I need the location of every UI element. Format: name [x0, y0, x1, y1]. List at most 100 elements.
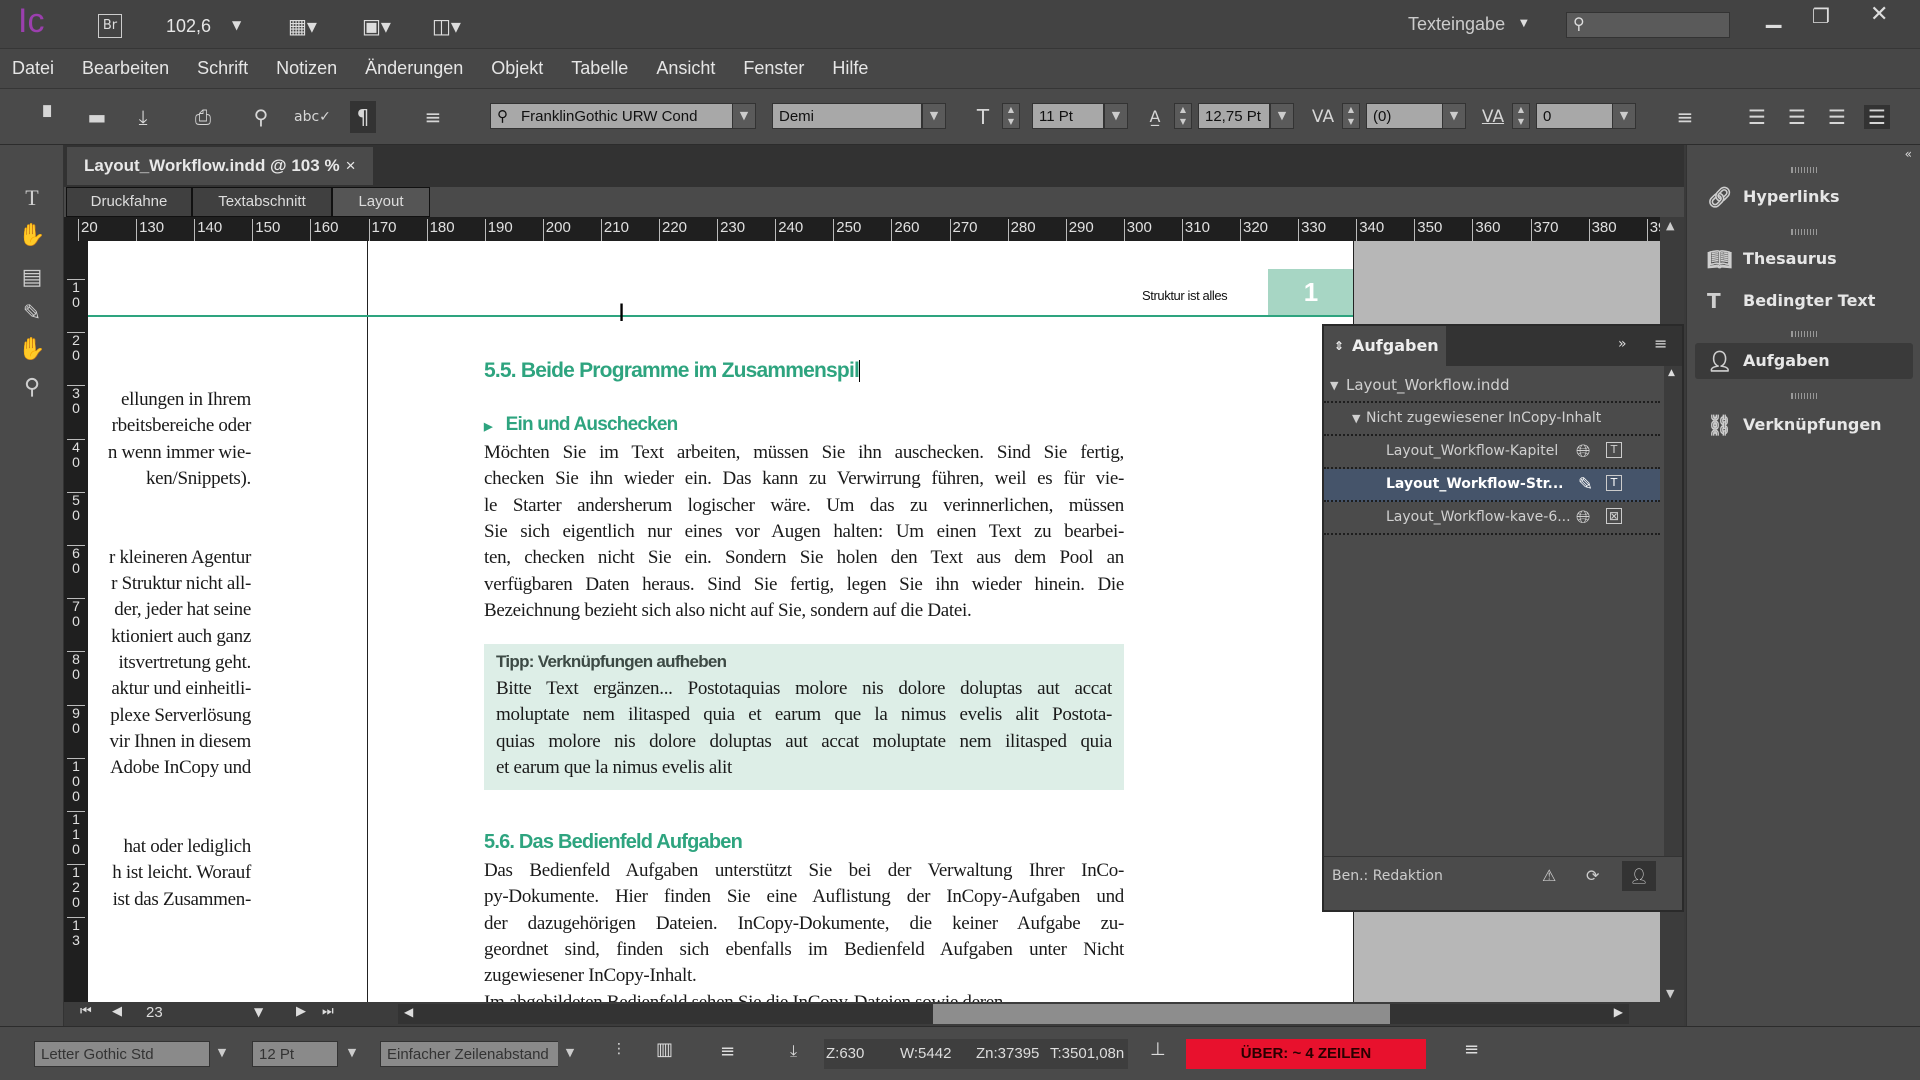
story-size-dropdown[interactable]: ▼ — [340, 1041, 364, 1067]
note-tool-icon[interactable]: ▤ — [16, 263, 48, 293]
tab-layout[interactable]: Layout — [332, 187, 430, 217]
spellcheck-icon[interactable]: abc✓ — [294, 105, 331, 129]
align-right-icon[interactable]: ☰ — [1824, 105, 1850, 129]
document-page[interactable]: Struktur ist alles 1 ellungen in Ihrem rb… — [88, 241, 1354, 1002]
pilcrow-icon[interactable]: ¶ — [350, 101, 376, 133]
scroll-thumb[interactable] — [933, 1004, 1390, 1024]
leading-dropdown[interactable]: ▼ — [1270, 103, 1294, 129]
scroll-up-icon[interactable]: ▲ — [1668, 368, 1675, 378]
line-spacing-field[interactable]: Einfacher Zeilenabstand — [380, 1041, 560, 1067]
tracking-stepper[interactable]: ▲ ▼ — [1512, 103, 1530, 129]
leading-field[interactable]: 12,75 Pt — [1198, 103, 1270, 129]
grip-handle[interactable] — [1791, 393, 1819, 399]
menu-ansicht[interactable]: Ansicht — [656, 58, 715, 79]
hand-tool-icon[interactable]: ✋ — [16, 335, 48, 365]
scroll-left-icon[interactable]: ◀ — [404, 1005, 413, 1019]
search-input[interactable]: ⚲ — [1566, 12, 1730, 38]
font-style-field[interactable]: Demi — [772, 103, 922, 129]
bridge-button[interactable]: Br — [98, 14, 122, 38]
line-spacing-dropdown[interactable]: ▼ — [558, 1041, 582, 1067]
previous-page-icon[interactable]: ◀ — [112, 1004, 122, 1019]
font-style-dropdown[interactable]: ▼ — [922, 103, 946, 129]
save-download-icon[interactable]: ⤓ — [130, 105, 156, 129]
last-page-icon[interactable]: ⏭ — [322, 1004, 334, 1019]
first-page-icon[interactable]: ⏮ — [80, 1004, 92, 1019]
dock-item-verknuepfungen[interactable]: ⛓︎ Verknüpfungen — [1695, 407, 1913, 443]
dock-item-aufgaben[interactable]: 👤︎ Aufgaben — [1695, 343, 1913, 379]
find-icon[interactable]: ⚲ — [248, 105, 274, 129]
scroll-down-icon[interactable]: ▼ — [1666, 987, 1674, 1000]
grip-handle[interactable] — [1791, 167, 1819, 173]
font-size-field[interactable]: 11 Pt — [1032, 103, 1104, 129]
position-tool-icon[interactable]: ✋ — [16, 221, 48, 251]
menu-bearbeiten[interactable]: Bearbeiten — [82, 58, 169, 79]
grip-handle[interactable] — [1791, 229, 1819, 235]
panel-menu-icon[interactable]: ≡ — [420, 105, 446, 129]
list-item-selected[interactable]: Layout_Workflow-Str... ✎ T — [1324, 469, 1660, 502]
font-family-field[interactable]: ⚲ FranklinGothic URW Cond — [490, 103, 738, 129]
minimize-button[interactable]: ▁ — [1766, 4, 1781, 28]
document-tab[interactable]: Layout_Workflow.indd @ 103 % × — [67, 147, 373, 185]
open-folder-icon[interactable]: ▬ — [84, 105, 110, 129]
column-icon[interactable]: ▥ — [656, 1039, 673, 1060]
zoom-tool-icon[interactable]: ⚲ — [16, 373, 48, 403]
panel-menu-icon[interactable]: ≡ — [1672, 105, 1698, 129]
next-page-icon[interactable]: ▶ — [296, 1004, 306, 1019]
scroll-right-icon[interactable]: ▶ — [1614, 1005, 1623, 1019]
zoom-dropdown-icon[interactable]: ▼ — [232, 18, 241, 32]
font-size-stepper[interactable]: ▲ ▼ — [1002, 103, 1020, 129]
justify-icon[interactable]: ☰ — [1864, 105, 1890, 129]
new-document-icon[interactable]: ▘ — [38, 105, 64, 129]
story-size-field[interactable]: 12 Pt — [252, 1041, 338, 1067]
expand-triangle-icon[interactable]: ▼ — [1352, 403, 1360, 434]
page-number-field[interactable]: 23 — [146, 1004, 163, 1021]
collapse-icon[interactable]: ⇕ — [1334, 326, 1344, 366]
scroll-up-icon[interactable]: ▲ — [1666, 219, 1674, 232]
line-numbers-icon[interactable]: ⋮ — [612, 1041, 626, 1057]
warning-icon[interactable]: ⚠ — [1542, 857, 1556, 895]
assignments-icon[interactable]: 👤︎ — [1622, 861, 1656, 891]
tab-textabschnitt[interactable]: Textabschnitt — [192, 187, 332, 217]
close-tab-icon[interactable]: × — [346, 156, 356, 175]
kerning-dropdown[interactable]: ▼ — [1442, 103, 1466, 129]
overset-indicator[interactable]: ÜBER: ~ 4 ZEILEN — [1186, 1039, 1426, 1069]
align-center-icon[interactable]: ☰ — [1784, 105, 1810, 129]
panel-menu-icon[interactable]: ≡ — [1464, 1039, 1479, 1060]
tracking-dropdown[interactable]: ▼ — [1612, 103, 1636, 129]
font-family-dropdown[interactable]: ▼ — [732, 103, 756, 129]
page-dropdown-icon[interactable]: ▼ — [254, 1005, 263, 1019]
tracking-field[interactable]: 0 — [1536, 103, 1616, 129]
list-item[interactable]: Layout_Workflow-Kapitel 🌐︎ T — [1324, 436, 1660, 469]
arrange-documents-icon[interactable]: ◫▾ — [432, 14, 461, 38]
panel-scrollbar[interactable]: ▲ — [1664, 366, 1682, 856]
menu-fenster[interactable]: Fenster — [743, 58, 804, 79]
dock-item-hyperlinks[interactable]: 🔗︎ Hyperlinks — [1695, 179, 1913, 215]
grip-handle[interactable] — [1791, 331, 1819, 337]
menu-hilfe[interactable]: Hilfe — [832, 58, 868, 79]
dock-item-bedingter-text[interactable]: T Bedingter Text — [1695, 283, 1913, 319]
font-size-dropdown[interactable]: ▼ — [1104, 103, 1128, 129]
screen-mode-icon[interactable]: ▣▾ — [362, 14, 391, 38]
menu-aenderungen[interactable]: Änderungen — [365, 58, 463, 79]
chevron-down-icon[interactable]: ▼ — [1520, 18, 1528, 29]
workspace-switcher[interactable]: Texteingabe — [1408, 14, 1505, 35]
align-left-icon[interactable]: ☰ — [1744, 105, 1770, 129]
menu-tabelle[interactable]: Tabelle — [571, 58, 628, 79]
kerning-stepper[interactable]: ▲ ▼ — [1342, 103, 1360, 129]
menu-objekt[interactable]: Objekt — [491, 58, 543, 79]
eyedropper-tool-icon[interactable]: ✎ — [16, 299, 48, 329]
menu-datei[interactable]: Datei — [12, 58, 54, 79]
tree-root[interactable]: ▼ Layout_Workflow.indd — [1324, 370, 1660, 403]
aufgaben-tab[interactable]: ⇕ Aufgaben — [1324, 326, 1446, 366]
menu-schrift[interactable]: Schrift — [197, 58, 248, 79]
panel-menu-icon[interactable]: ≡ — [1654, 334, 1667, 353]
collapse-panel-icon[interactable]: » — [1618, 336, 1627, 352]
refresh-icon[interactable]: ⟳ — [1586, 857, 1599, 895]
list-item[interactable]: Layout_Workflow-kave-6... 🌐︎ ⊠ — [1324, 502, 1660, 535]
collapse-dock-icon[interactable]: « — [1905, 147, 1912, 161]
restore-button[interactable]: ❐ — [1812, 4, 1830, 28]
vertical-ruler[interactable]: 1 0 2 0 3 0 4 0 5 0 6 0 7 0 8 0 9 0 1 0 0 1 1 0 1 2… — [64, 241, 88, 1002]
print-icon[interactable]: ⎙ — [190, 105, 216, 129]
view-options-icon[interactable]: ▦▾ — [288, 14, 317, 38]
horizontal-scrollbar[interactable]: ◀ ▶ — [398, 1004, 1629, 1024]
